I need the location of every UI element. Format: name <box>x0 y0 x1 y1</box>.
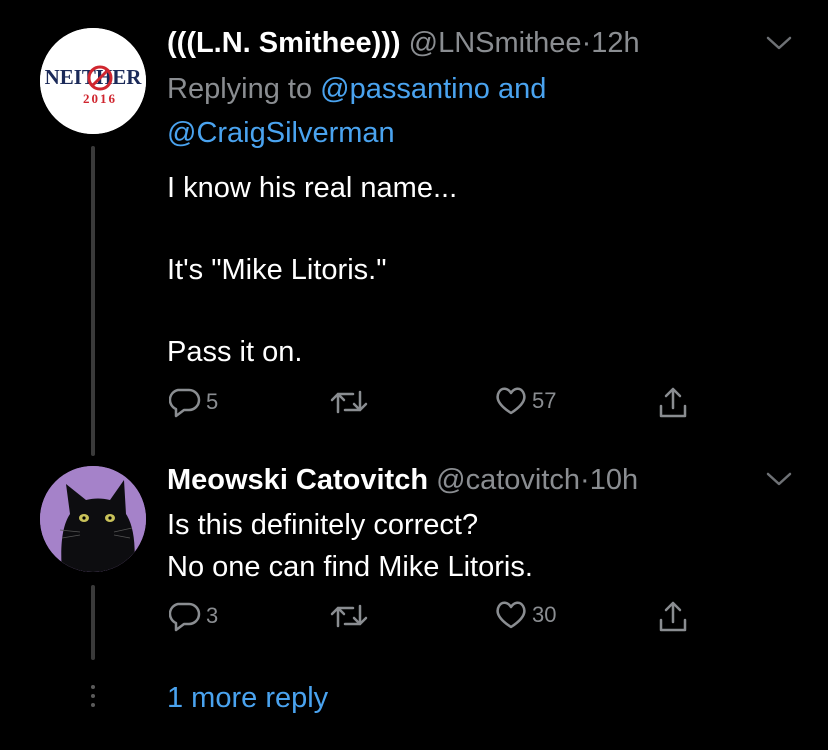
reply-count: 5 <box>206 389 219 414</box>
display-name[interactable]: Meowski Catovitch <box>167 464 428 496</box>
replying-to: Replying to @passantino and @CraigSilver… <box>167 67 546 155</box>
replying-and: and <box>497 73 547 105</box>
retweet-button[interactable] <box>330 600 368 632</box>
tweet-text-line: Pass it on. <box>167 336 303 368</box>
like-count: 57 <box>532 388 557 413</box>
mention-passantino[interactable]: @passantino <box>320 73 490 105</box>
tweet-body: Is this definitely correct? No one can f… <box>167 504 533 588</box>
chevron-down-icon[interactable] <box>766 472 792 493</box>
avatar[interactable]: NEITHER 2016 <box>40 28 146 134</box>
tweet-header: (((L.N. Smithee))) @LNSmithee·12h <box>167 25 640 61</box>
display-name[interactable]: (((L.N. Smithee))) <box>167 27 401 59</box>
avatar[interactable] <box>40 466 146 572</box>
reply-button[interactable]: 5 <box>169 386 218 418</box>
heart-icon <box>496 601 526 629</box>
reply-icon <box>169 388 201 418</box>
reply-icon <box>169 602 201 632</box>
replying-to-label: Replying to <box>167 73 313 105</box>
separator: · <box>580 464 590 496</box>
thread-line <box>91 146 95 456</box>
heart-icon <box>496 387 526 415</box>
like-button[interactable]: 30 <box>495 600 556 630</box>
timestamp[interactable]: 10h <box>590 464 638 496</box>
reply-count: 3 <box>206 603 219 628</box>
like-button[interactable]: 57 <box>495 386 556 416</box>
retweet-icon <box>330 604 368 628</box>
share-icon <box>659 387 687 418</box>
share-icon <box>659 601 687 632</box>
timestamp[interactable]: 12h <box>591 27 639 59</box>
thread-dots-icon <box>89 685 97 712</box>
retweet-icon <box>330 390 368 414</box>
action-bar: 3 30 <box>167 600 727 640</box>
tweet-text-line: I know his real name... <box>167 172 458 204</box>
tweet-body: I know his real name... It's "Mike Litor… <box>167 168 457 373</box>
mention-craigsilverman[interactable]: @CraigSilverman <box>167 117 395 149</box>
thread-line <box>91 585 95 660</box>
tweet-text-line: It's "Mike Litoris." <box>167 254 387 286</box>
retweet-button[interactable] <box>330 386 368 418</box>
more-replies-link[interactable]: 1 more reply <box>167 678 328 718</box>
reply-button[interactable]: 3 <box>169 600 218 632</box>
tweet-text-line: No one can find Mike Litoris. <box>167 551 533 583</box>
neither-2016-logo-icon: NEITHER 2016 <box>40 28 146 134</box>
svg-text:2016: 2016 <box>83 91 117 106</box>
like-count: 30 <box>532 602 557 627</box>
share-button[interactable] <box>657 386 689 420</box>
handle[interactable]: @catovitch <box>436 464 580 496</box>
separator: · <box>581 27 592 59</box>
black-cat-icon <box>40 466 146 572</box>
chevron-down-icon[interactable] <box>766 36 792 57</box>
handle[interactable]: @LNSmithee <box>409 27 582 59</box>
tweet-text-line: Is this definitely correct? <box>167 509 479 541</box>
share-button[interactable] <box>657 600 689 634</box>
tweet-lnsmithee[interactable]: NEITHER 2016 (((L.N. Smithee))) @LNSmith… <box>0 0 828 456</box>
action-bar: 5 57 <box>167 386 727 426</box>
tweet-header: Meowski Catovitch @catovitch·10h <box>167 462 638 498</box>
